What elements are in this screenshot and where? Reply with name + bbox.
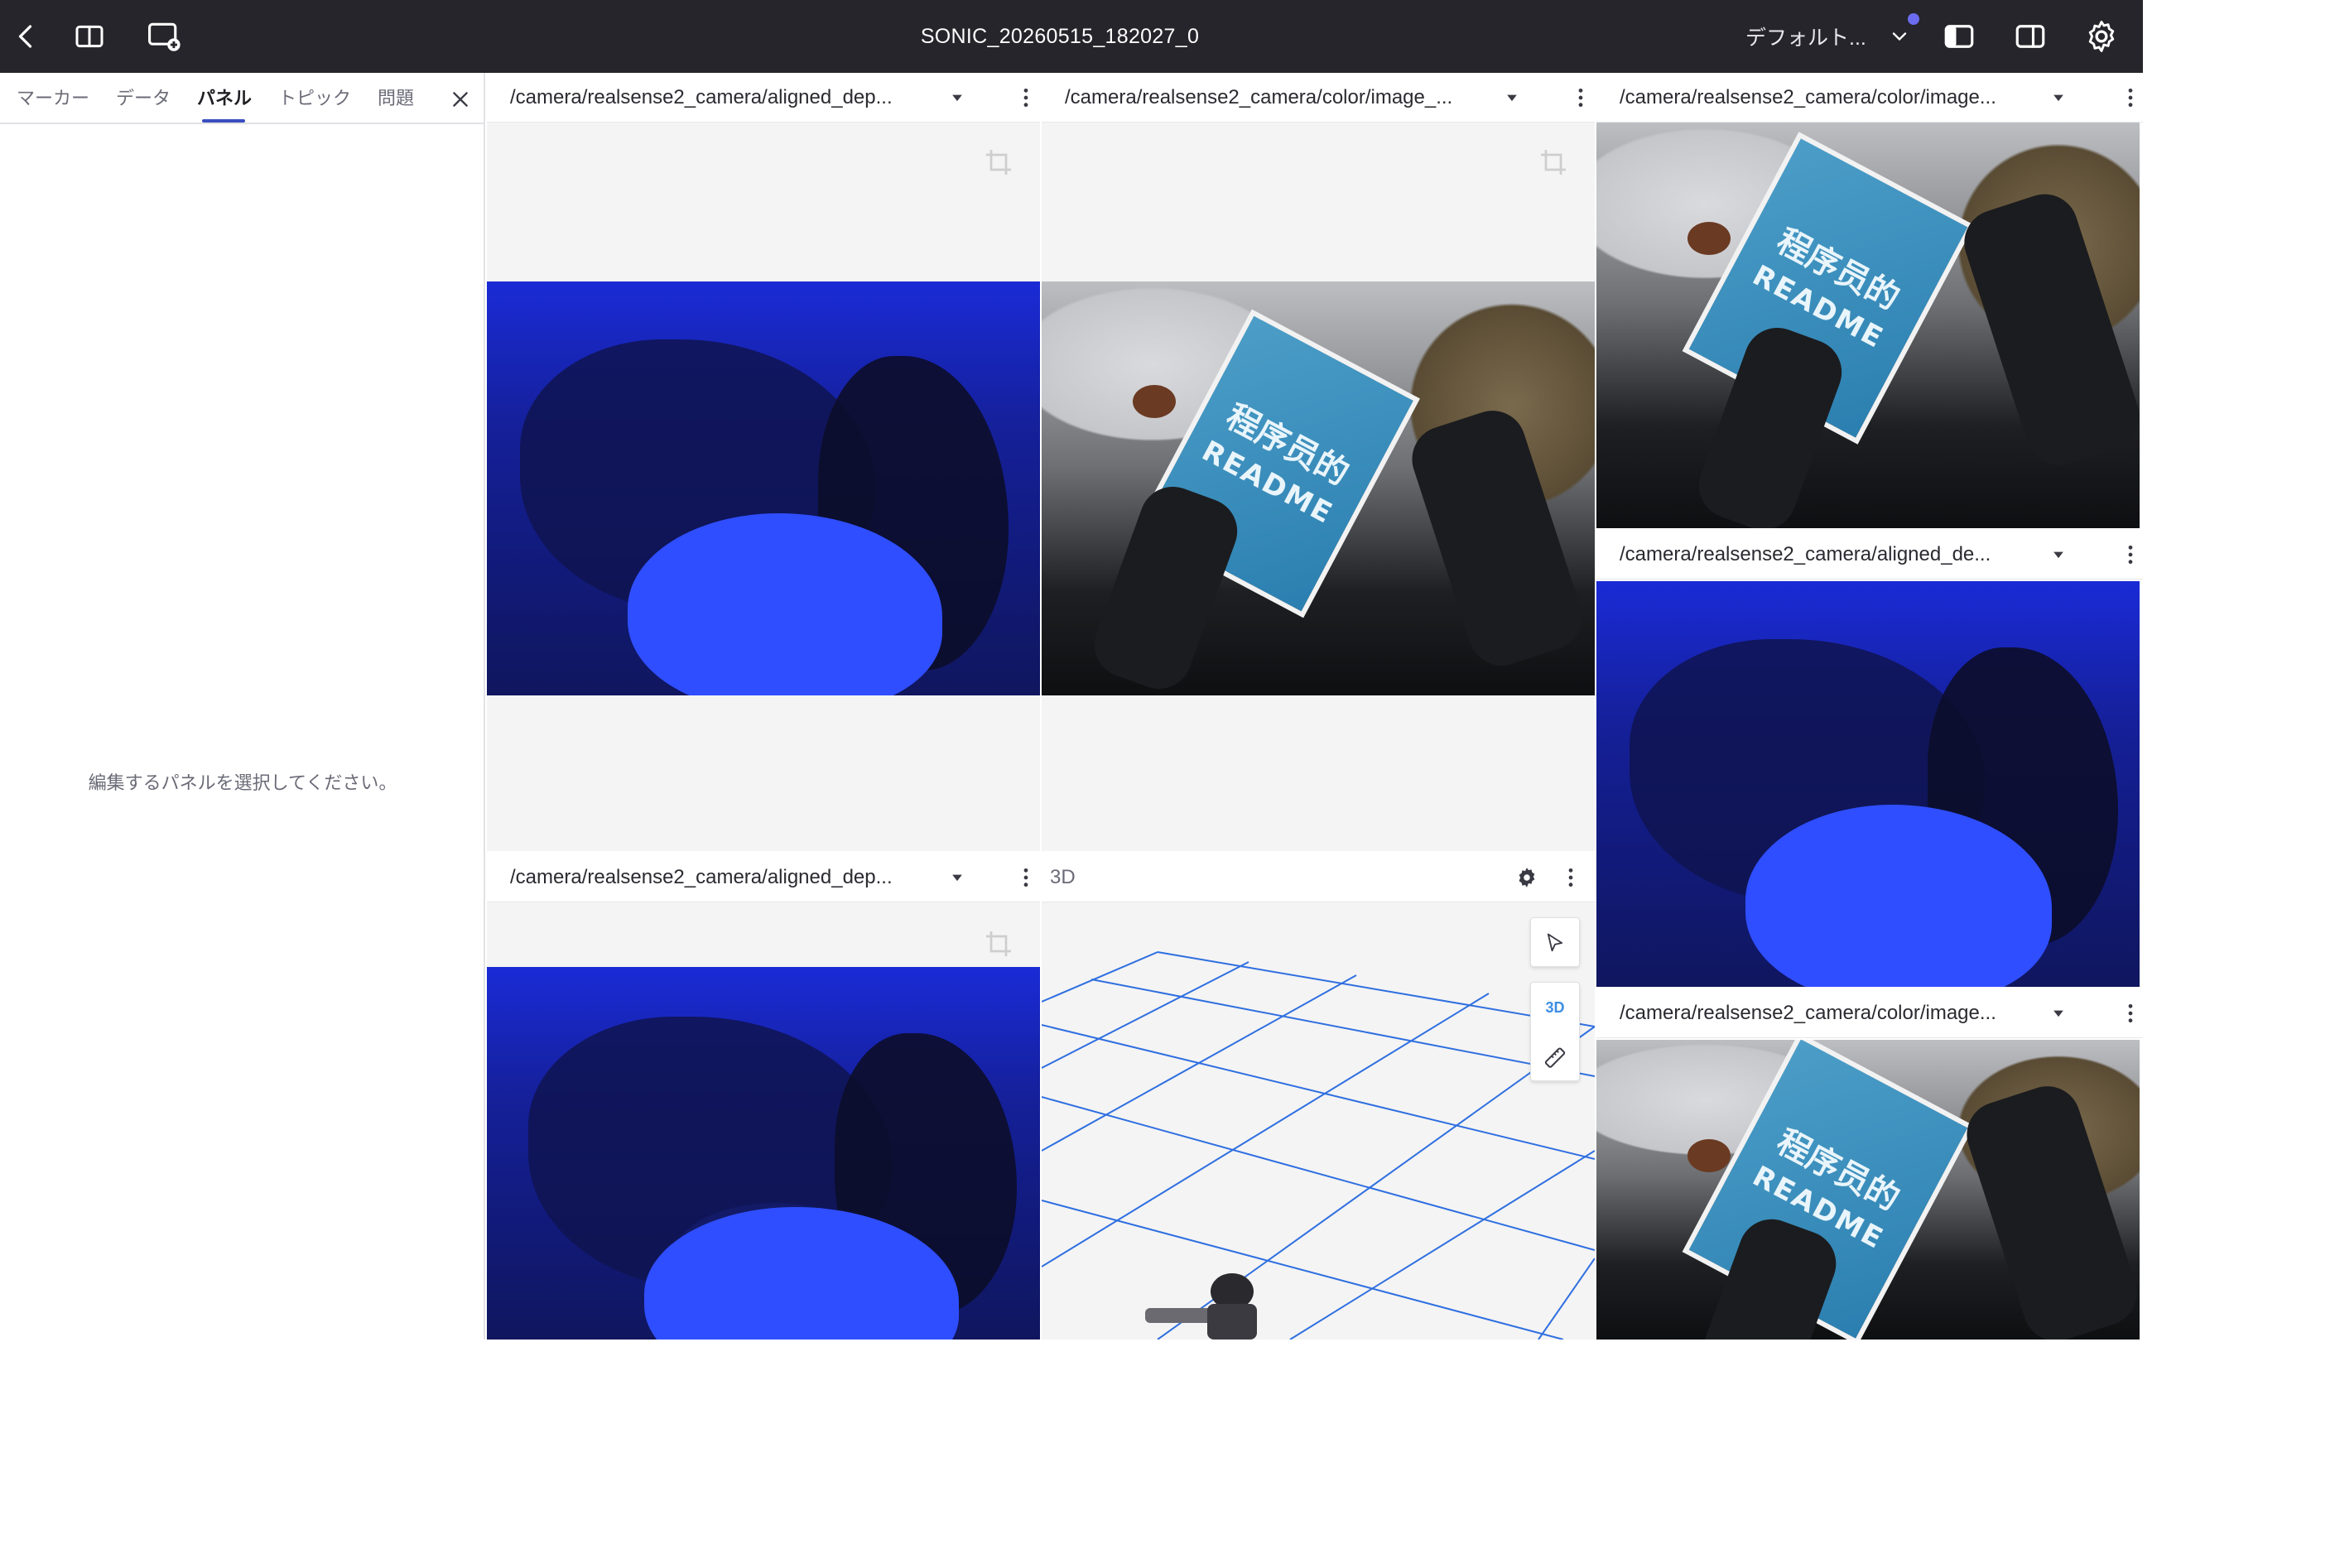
caret-down-icon[interactable] — [2044, 530, 2073, 580]
topic-selector[interactable]: /camera/realsense2_camera/color/image... — [1620, 73, 2058, 123]
panel-settings-icon[interactable] — [1510, 853, 1543, 902]
tab-topics[interactable]: トピック — [278, 73, 351, 124]
panel-header: /camera/realsense2_camera/aligned_dep... — [487, 73, 1040, 123]
robot-hand — [1958, 1077, 2140, 1340]
image-panel-depth-2[interactable]: /camera/realsense2_camera/aligned_de... — [1596, 530, 2143, 987]
add-panel-icon[interactable] — [141, 13, 187, 60]
left-sidebar-icon[interactable] — [1936, 13, 1982, 60]
more-options-icon[interactable] — [1013, 853, 1038, 902]
topic-selector[interactable]: /camera/realsense2_camera/aligned_de... — [1620, 530, 2058, 580]
window-title: SONIC_20260515_182027_0 — [920, 25, 1200, 48]
active-tab-indicator — [202, 119, 245, 123]
image-panel-color-3[interactable]: /camera/realsense2_camera/color/image...… — [1596, 988, 2143, 1340]
tab-markers[interactable]: マーカー — [17, 73, 89, 124]
cup-object — [1133, 385, 1176, 418]
view-tools: 3D — [1530, 982, 1580, 1081]
more-options-icon[interactable] — [2118, 530, 2143, 580]
tab-problems[interactable]: 問題 — [378, 73, 414, 124]
topic-selector[interactable]: /camera/realsense2_camera/color/image_..… — [1065, 73, 1512, 123]
caret-down-icon[interactable] — [2044, 988, 2073, 1038]
depth-image — [487, 281, 1040, 695]
topic-selector[interactable]: /camera/realsense2_camera/aligned_dep... — [510, 73, 957, 123]
image-panel-color-1[interactable]: /camera/realsense2_camera/color/image_..… — [1042, 73, 1595, 851]
caret-down-icon[interactable] — [2044, 73, 2073, 123]
unsaved-dot — [1908, 13, 1919, 25]
app-bar: SONIC_20260515_182027_0 デフォルト... — [0, 0, 2143, 73]
image-panel-color-2[interactable]: /camera/realsense2_camera/color/image...… — [1596, 73, 2143, 528]
close-icon[interactable] — [444, 83, 477, 116]
back-icon[interactable] — [3, 13, 50, 60]
select-tool[interactable] — [1530, 917, 1580, 967]
layout-label: デフォルト... — [1745, 26, 1866, 50]
3d-mode-toggle[interactable]: 3D — [1531, 983, 1579, 1032]
more-options-icon[interactable] — [1558, 853, 1583, 902]
crop-icon[interactable] — [984, 929, 1013, 959]
panel-header: /camera/realsense2_camera/aligned_dep... — [487, 853, 1040, 902]
panel-header: /camera/realsense2_camera/aligned_de... — [1596, 530, 2143, 580]
right-sidebar-icon[interactable] — [2007, 13, 2053, 60]
chevron-down-icon — [1888, 25, 1911, 54]
caret-down-icon[interactable] — [942, 73, 972, 123]
robot-hand — [1085, 477, 1247, 695]
tab-data[interactable]: データ — [116, 73, 171, 124]
more-options-icon[interactable] — [1568, 73, 1593, 123]
topic-selector[interactable]: /camera/realsense2_camera/color/image... — [1620, 988, 2058, 1038]
cup-object — [1687, 1139, 1731, 1172]
crop-icon[interactable] — [1538, 147, 1568, 177]
more-options-icon[interactable] — [2118, 73, 2143, 123]
3d-panel[interactable]: 3D 3D — [1042, 853, 1595, 1340]
color-image: 程序员的 README — [1596, 123, 2140, 528]
color-image: 程序员的 README — [1596, 1040, 2140, 1340]
left-sidebar: マーカー データ パネル トピック 問題 編集するパネルを選択してください。 — [0, 73, 485, 1340]
panel-header: /camera/realsense2_camera/color/image... — [1596, 988, 2143, 1038]
empty-panel-message: 編集するパネルを選択してください。 — [88, 772, 397, 793]
panel-header: 3D — [1042, 853, 1595, 902]
caret-down-icon[interactable] — [942, 853, 972, 902]
3d-grid — [1042, 951, 1595, 1340]
sidebar-tabs: マーカー データ パネル トピック 問題 — [0, 73, 485, 124]
more-options-icon[interactable] — [1013, 73, 1038, 123]
ruler-icon[interactable] — [1531, 1032, 1579, 1082]
crop-icon[interactable] — [984, 147, 1013, 177]
image-panel-depth-1[interactable]: /camera/realsense2_camera/aligned_dep... — [487, 73, 1040, 851]
gear-icon[interactable] — [2078, 13, 2125, 60]
panel-header: /camera/realsense2_camera/color/image... — [1596, 73, 2143, 123]
panel-title: 3D — [1050, 866, 1076, 888]
color-image: 程序员的 README — [1042, 281, 1595, 695]
robot-model — [1145, 1273, 1257, 1340]
cup-object — [1687, 222, 1731, 255]
topic-selector[interactable]: /camera/realsense2_camera/aligned_dep... — [510, 853, 957, 902]
image-panel-depth-3[interactable]: /camera/realsense2_camera/aligned_dep... — [487, 853, 1040, 1340]
tab-panels[interactable]: パネル — [197, 73, 252, 124]
caret-down-icon[interactable] — [1497, 73, 1527, 123]
depth-image — [1596, 581, 2140, 987]
panel-header: /camera/realsense2_camera/color/image_..… — [1042, 73, 1595, 123]
robot-hand — [1403, 402, 1591, 675]
depth-image — [487, 967, 1040, 1340]
more-options-icon[interactable] — [2118, 988, 2143, 1038]
panel-split-icon[interactable] — [66, 13, 113, 60]
robot-hand — [1955, 185, 2140, 474]
layout-selector[interactable]: デフォルト... — [1732, 13, 1921, 60]
